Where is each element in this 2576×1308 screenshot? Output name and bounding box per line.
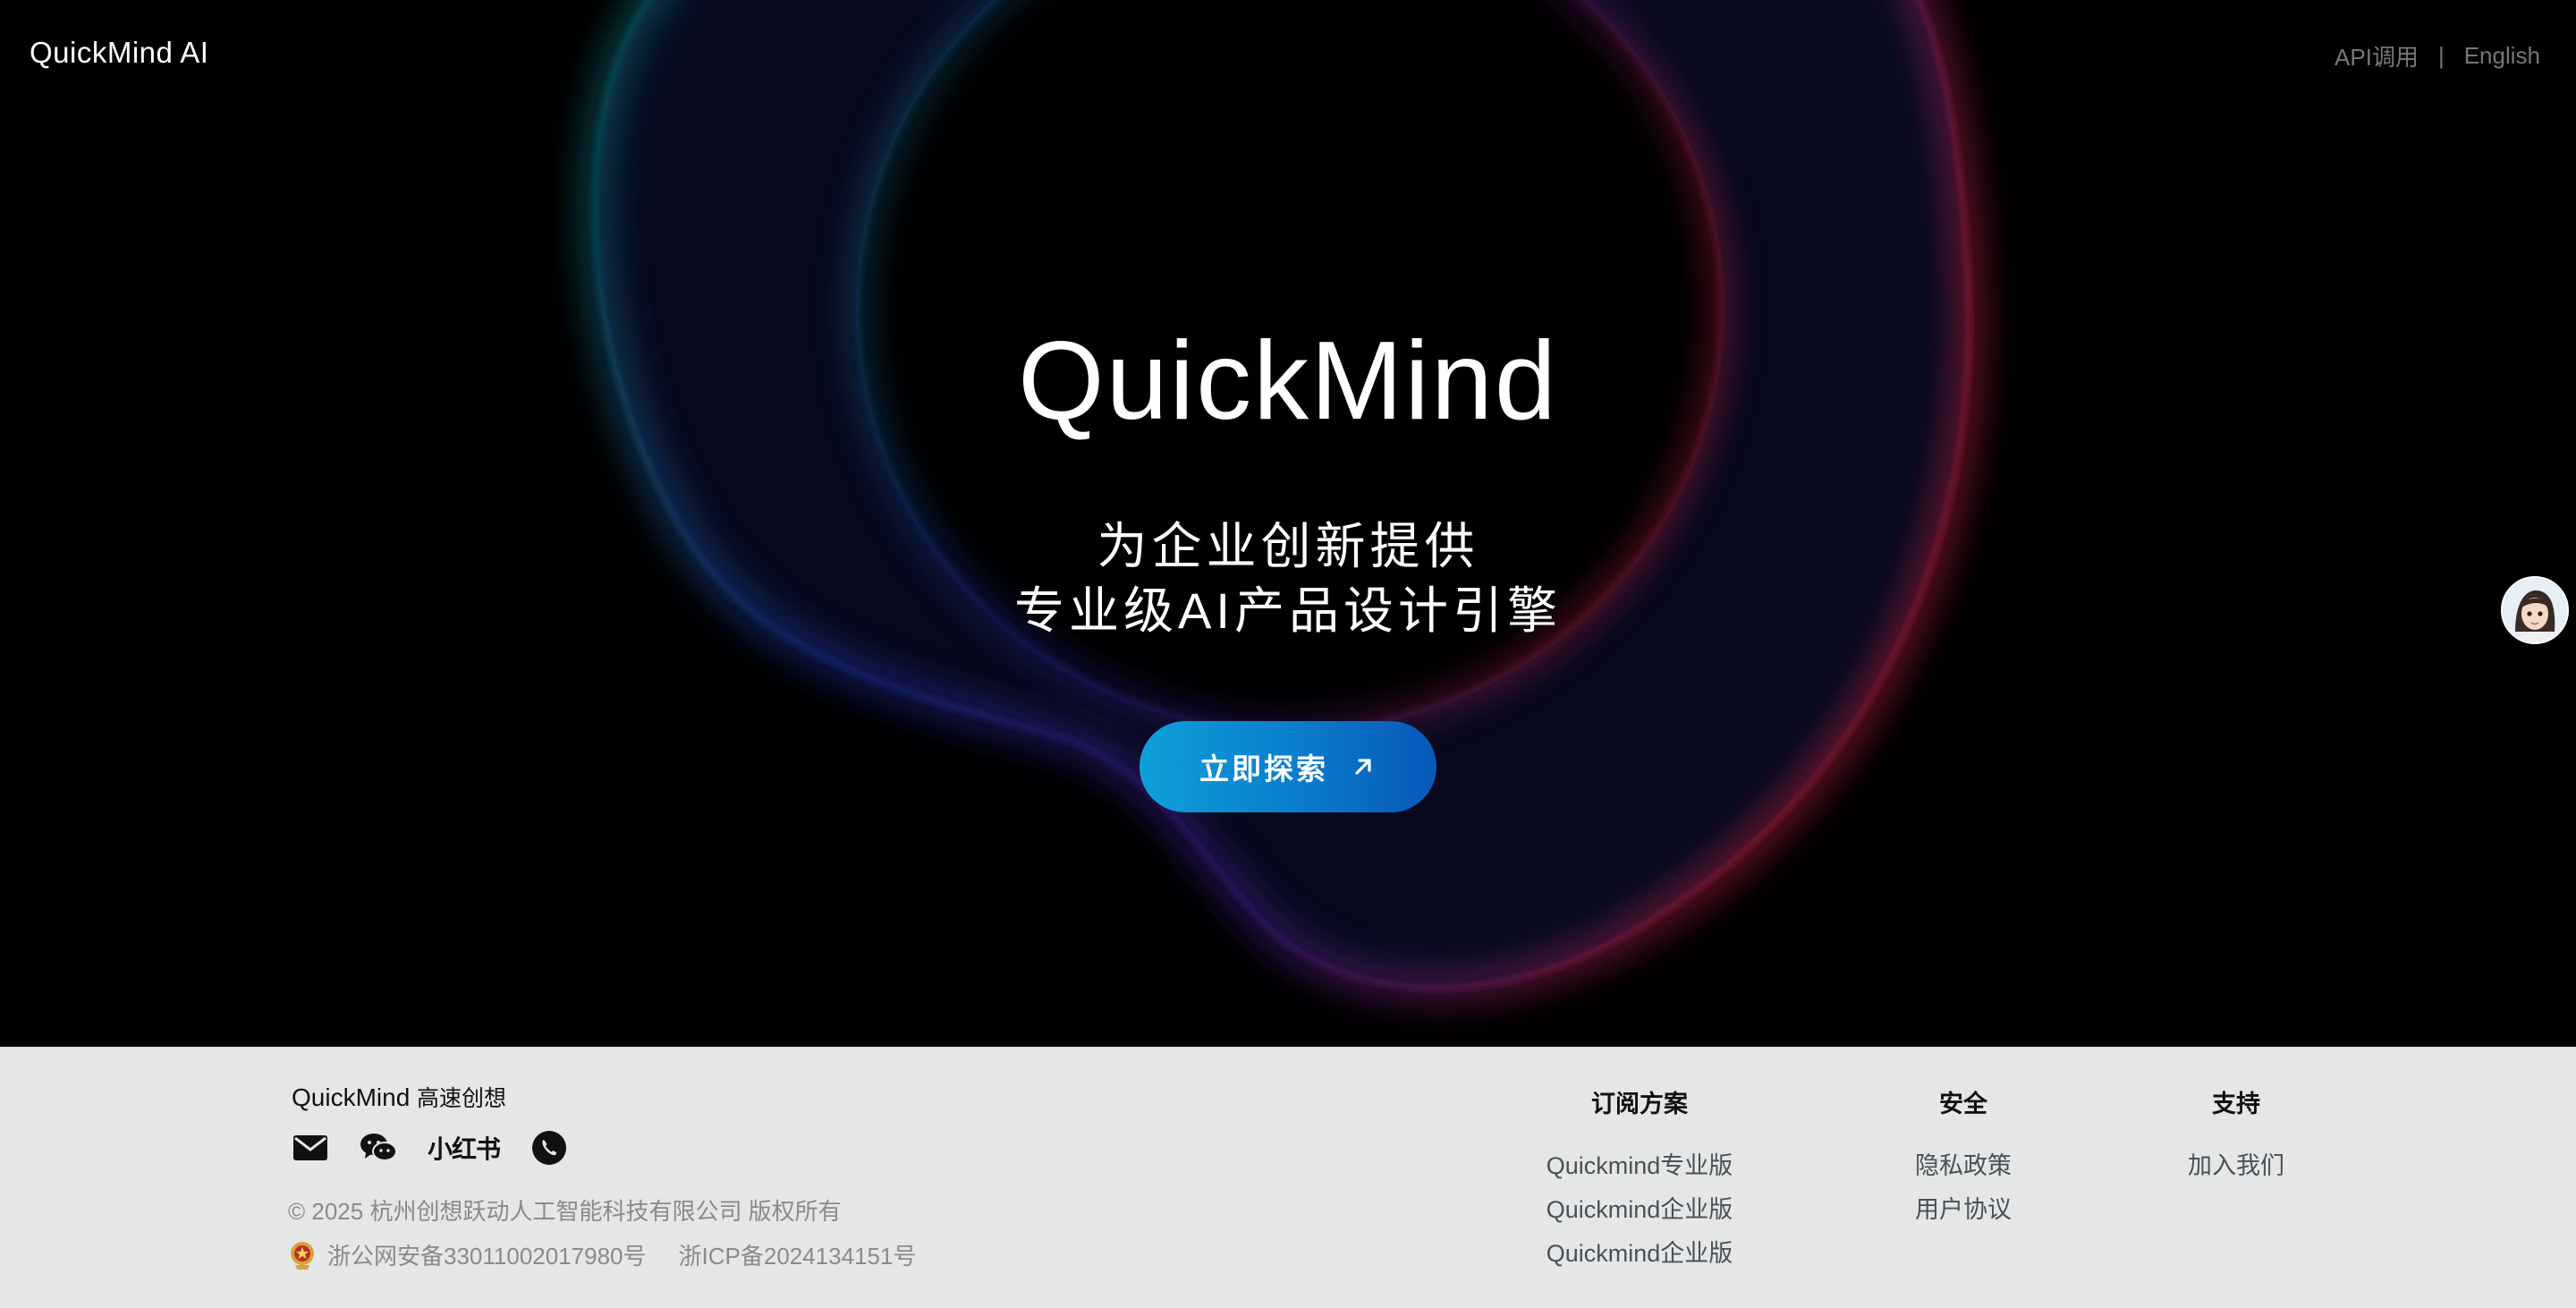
footer-link-enterprise[interactable]: Quickmind企业版 [1503,1188,1776,1232]
icp-record-link[interactable]: 浙ICP备2024134151号 [679,1238,917,1271]
mail-icon[interactable] [292,1129,329,1167]
hero-title: QuickMind [1018,319,1558,443]
footer-column-security: 安全 隐私政策 用户协议 [1869,1084,2057,1232]
top-nav: API调用 | English [2334,39,2540,72]
hero-subtitle-line2: 专业级AI产品设计引擎 [1014,582,1562,639]
footer-column-title: 订阅方案 [1591,1091,1688,1117]
police-record-link[interactable]: 浙公网安备33011002017980号 [327,1238,647,1271]
footer-column-plans: 订阅方案 Quickmind专业版 Quickmind企业版 Quickmind… [1503,1084,1776,1276]
footer-link-privacy[interactable]: 隐私政策 [1869,1144,2057,1188]
footer-brand: QuickMind 高速创想 [292,1081,506,1113]
footer-link-join-us[interactable]: 加入我们 [2147,1144,2326,1188]
hero-section: QuickMind AI API调用 | English QuickMind 为… [0,0,2576,1047]
avatar-assistant-icon [2503,578,2567,642]
footer-link-terms[interactable]: 用户协议 [1869,1188,2057,1232]
nav-separator: | [2437,42,2445,69]
footer: QuickMind 高速创想 小红书 © 2025 杭州创想跃动人工智能科技有限… [0,1047,2576,1308]
api-link[interactable]: API调用 [2334,39,2419,72]
assistant-avatar-button[interactable] [2501,576,2569,644]
footer-brand-name: QuickMind [292,1083,411,1111]
phone-icon[interactable] [530,1129,568,1167]
police-badge-icon [291,1241,314,1270]
language-switch-link[interactable]: English [2464,42,2540,70]
explore-button-label: 立即探索 [1199,752,1328,786]
explore-button[interactable]: 立即探索 [1140,721,1436,812]
record-info: 浙公网安备33011002017980号 浙ICP备2024134151号 [288,1238,916,1271]
footer-brand-tagline: 高速创想 [417,1086,507,1111]
footer-column-title: 安全 [1939,1091,1987,1117]
footer-column-title: 支持 [2212,1091,2260,1117]
footer-column-support: 支持 加入我们 [2147,1084,2326,1188]
footer-link-pro[interactable]: Quickmind专业版 [1503,1144,1776,1188]
arrow-up-right-icon [1355,759,1371,775]
footer-link-enterprise-2[interactable]: Quickmind企业版 [1503,1232,1776,1276]
copyright-text: © 2025 杭州创想跃动人工智能科技有限公司 版权所有 [288,1198,842,1225]
xiaohongshu-link[interactable]: 小红书 [428,1129,501,1167]
hero-subtitle: 为企业创新提供 专业级AI产品设计引擎 [0,514,2576,643]
social-links: 小红书 [292,1129,568,1167]
wechat-icon[interactable] [360,1129,397,1167]
brand-logo[interactable]: QuickMind AI [30,36,208,70]
hero-subtitle-line1: 为企业创新提供 [1097,518,1479,574]
